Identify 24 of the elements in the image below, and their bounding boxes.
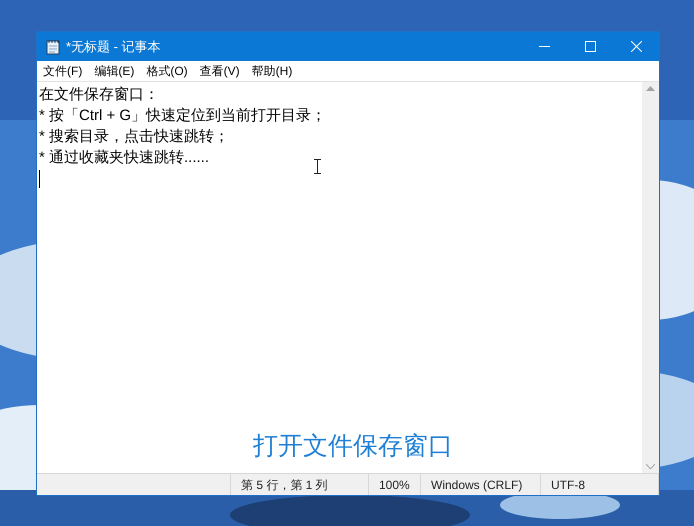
menu-item[interactable]: 格式(O) [142, 62, 192, 80]
menu-item[interactable]: 帮助(H) [248, 62, 296, 80]
status-text: 第 5 行，第 1 列 [241, 476, 328, 494]
status-text: Windows (CRLF) [431, 476, 522, 494]
menu-item[interactable]: 查看(V) [196, 62, 244, 80]
text-caret [39, 170, 40, 188]
text-line: * 搜索目录，点击快速跳转； [39, 127, 230, 147]
close-icon [630, 41, 642, 52]
text-line: 在文件保存窗口： [39, 85, 159, 105]
window-title: *无标题 - 记事本 [66, 38, 161, 56]
menu-item[interactable]: 文件(F) [39, 62, 86, 80]
minimize-icon [538, 46, 550, 47]
status-text: UTF-8 [551, 476, 585, 494]
notepad-icon [46, 38, 60, 54]
text-line: * 按「Ctrl + G」快速定位到当前打开目录； [39, 106, 326, 126]
text-cursor-icon [314, 159, 321, 174]
maximize-icon [584, 41, 596, 52]
video-caption: 打开文件保存窗口 [253, 431, 453, 462]
scroll-down-icon [646, 464, 655, 469]
scroll-up-icon [646, 86, 655, 91]
scrollbar[interactable] [642, 82, 659, 473]
status-text: 100% [379, 476, 410, 494]
text-line: * 通过收藏夹快速跳转...... [39, 148, 210, 168]
menu-item[interactable]: 编辑(E) [90, 62, 138, 80]
